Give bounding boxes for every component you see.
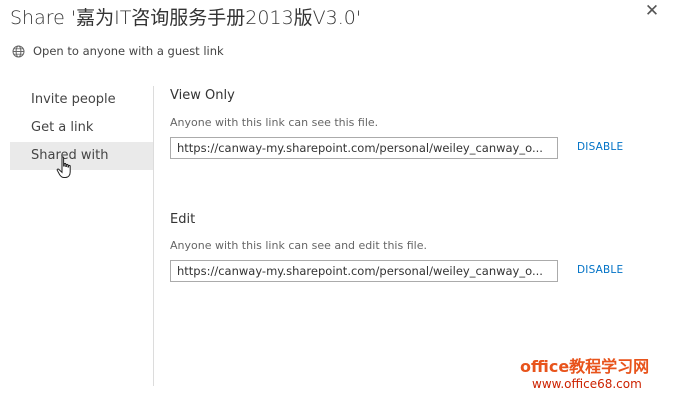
watermark: office教程学习网 www.office68.com bbox=[520, 357, 670, 391]
sidebar-divider bbox=[153, 86, 154, 386]
guest-link-status: Open to anyone with a guest link bbox=[12, 44, 224, 58]
globe-icon bbox=[12, 45, 25, 58]
sidebar-item-invite-people[interactable]: Invite people bbox=[10, 86, 153, 114]
view-only-link-field[interactable] bbox=[170, 137, 558, 159]
guest-link-text: Open to anyone with a guest link bbox=[33, 44, 224, 58]
view-only-disable-link[interactable]: DISABLE bbox=[577, 141, 623, 153]
watermark-url: www.office68.com bbox=[532, 377, 642, 391]
watermark-title: office教程学习网 bbox=[520, 357, 650, 376]
sidebar-item-shared-with[interactable]: Shared with bbox=[10, 142, 153, 170]
edit-heading: Edit bbox=[170, 212, 196, 227]
edit-link-field[interactable] bbox=[170, 260, 558, 282]
view-only-heading: View Only bbox=[170, 88, 235, 103]
view-only-description: Anyone with this link can see this file. bbox=[170, 116, 379, 129]
share-dialog: Share '嘉为IT咨询服务手册2013版V3.0' ✕ Open to an… bbox=[0, 0, 675, 404]
sidebar-item-get-a-link[interactable]: Get a link bbox=[10, 114, 153, 142]
close-button[interactable]: ✕ bbox=[641, 0, 663, 22]
edit-description: Anyone with this link can see and edit t… bbox=[170, 239, 427, 252]
dialog-title: Share '嘉为IT咨询服务手册2013版V3.0' bbox=[10, 7, 362, 29]
edit-disable-link[interactable]: DISABLE bbox=[577, 264, 623, 276]
hand-cursor-icon bbox=[56, 156, 74, 184]
share-sidebar: Invite people Get a link Shared with bbox=[10, 86, 153, 170]
